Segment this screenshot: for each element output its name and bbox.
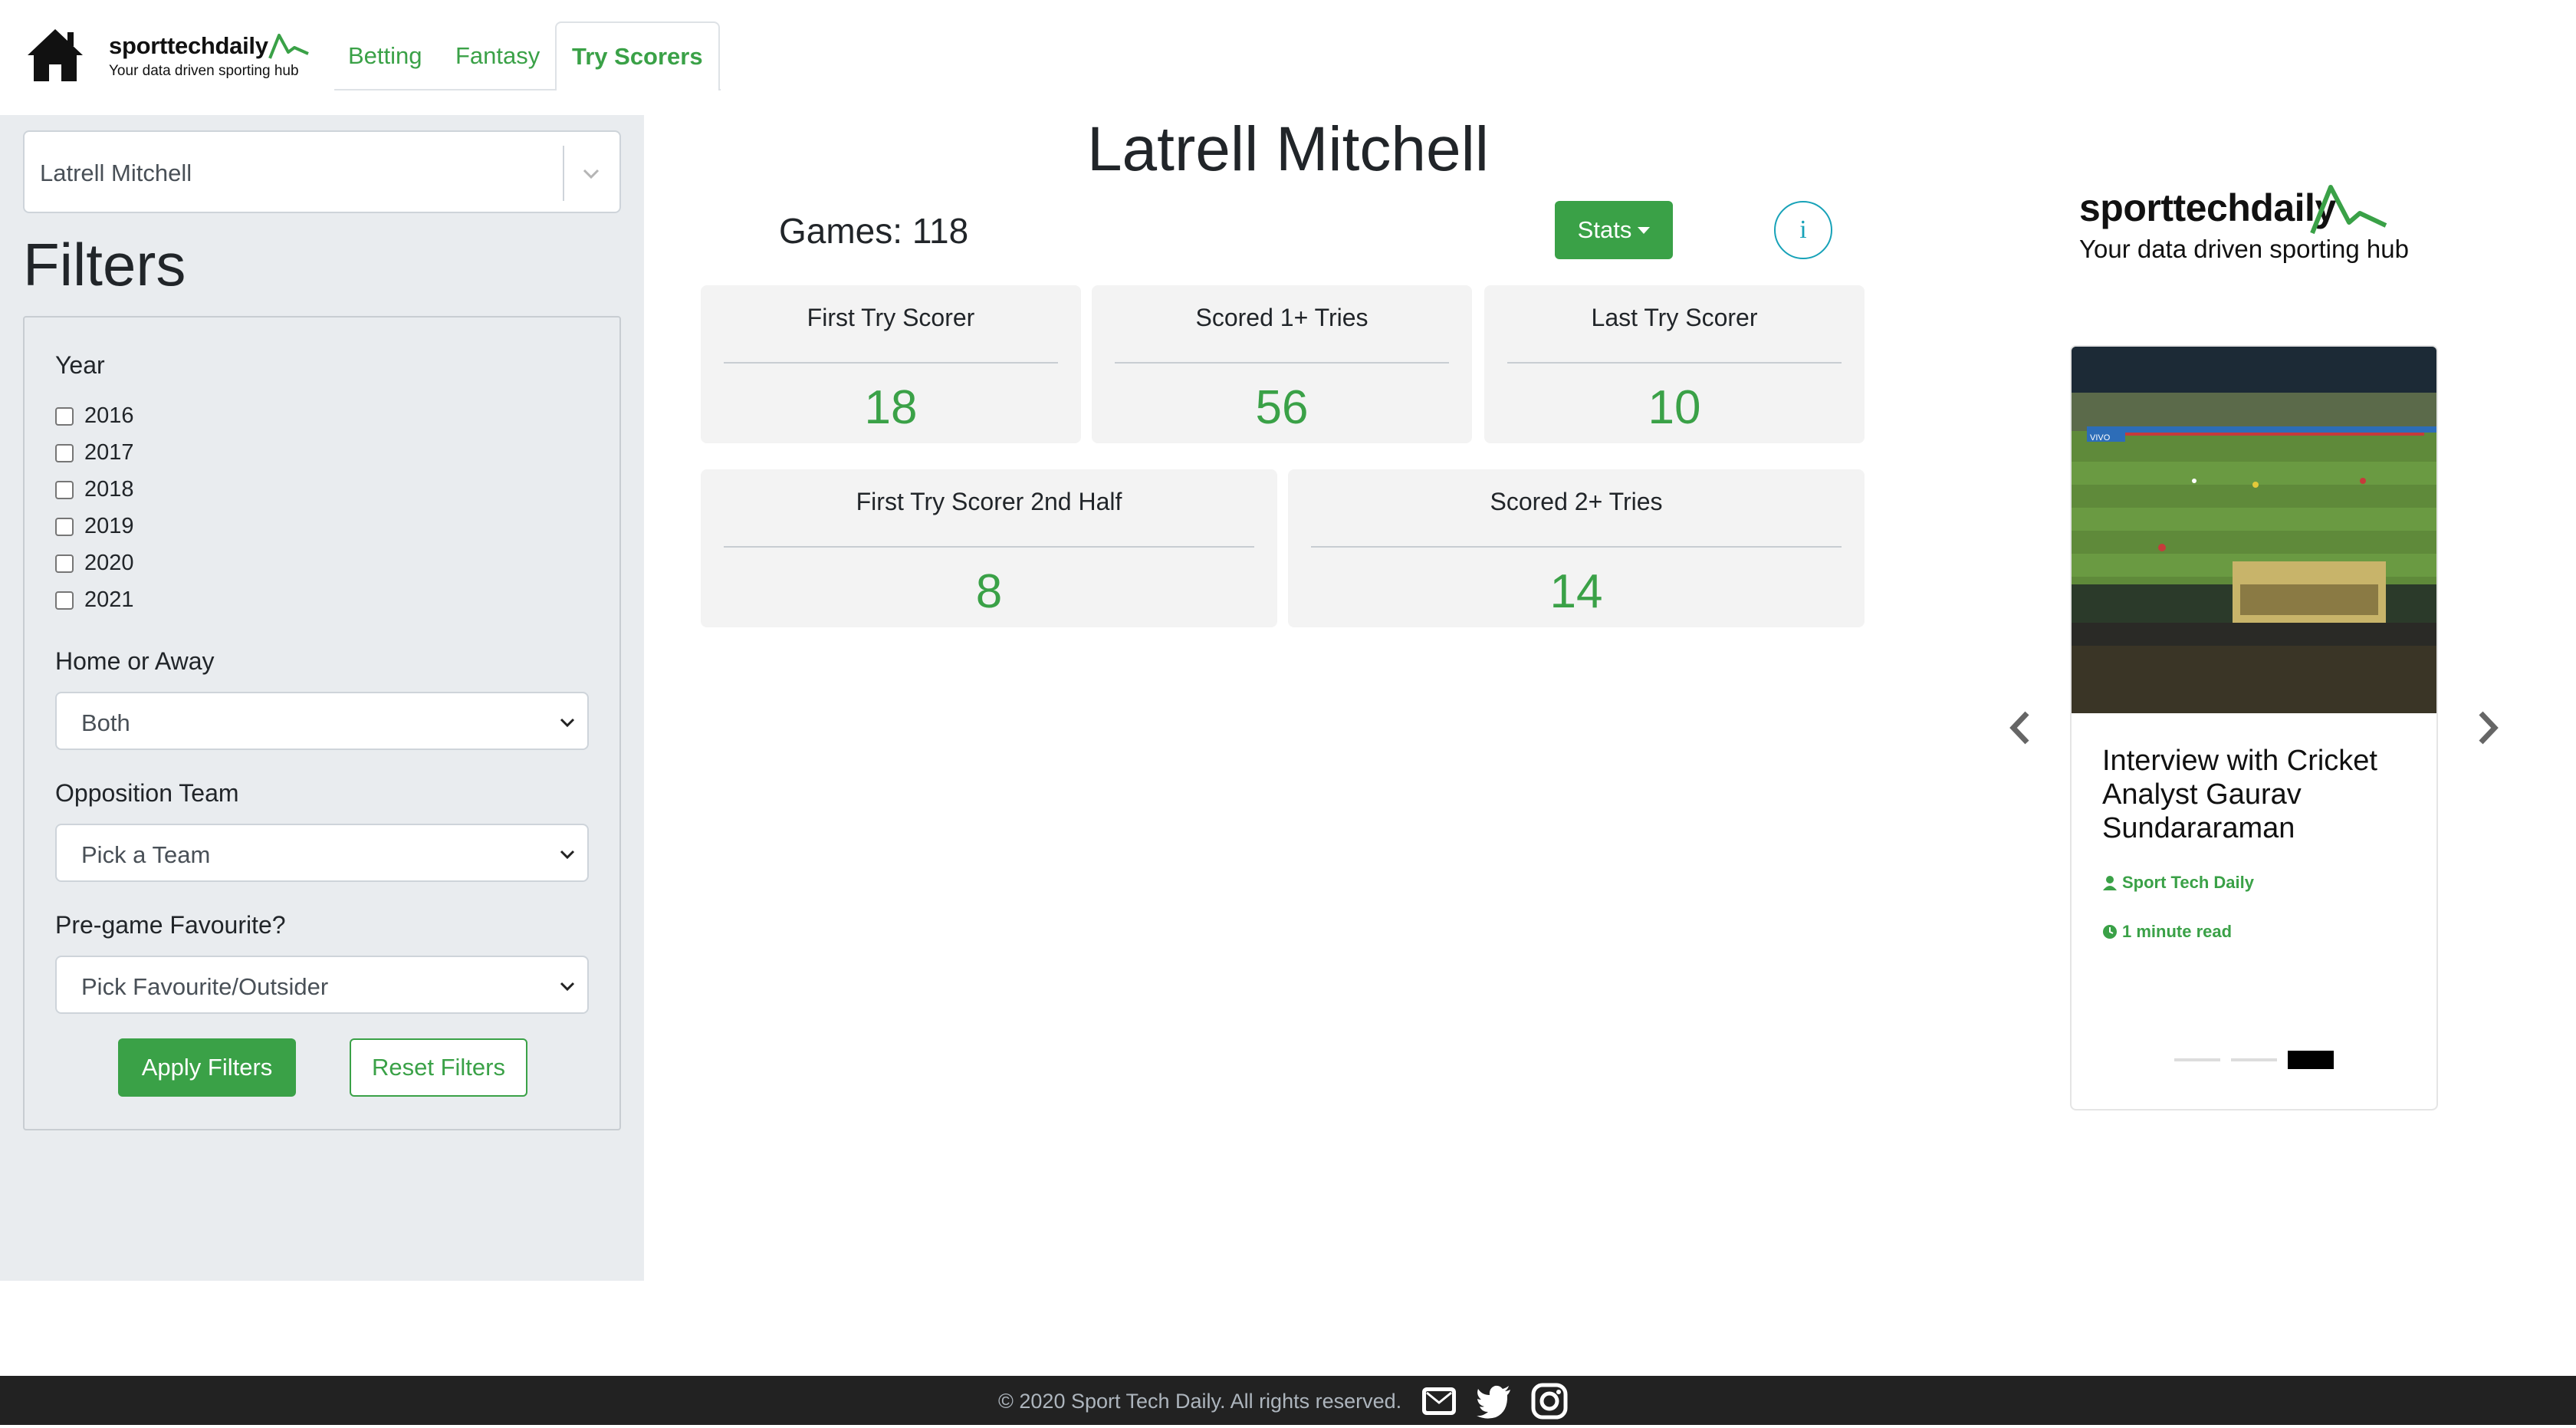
filters-heading: Filters: [23, 231, 186, 298]
stat-card-divider: [724, 362, 1058, 364]
footer-copyright: © 2020 Sport Tech Daily. All rights rese…: [998, 1390, 1402, 1413]
stat-card-scored-2-tries: Scored 2+ Tries 14: [1288, 469, 1865, 627]
news-author-name: Sport Tech Daily: [2122, 873, 2254, 892]
stat-card-title: Last Try Scorer: [1591, 304, 1758, 331]
year-option-label: 2021: [84, 587, 134, 612]
chevron-down-icon: [560, 718, 575, 728]
stat-card-value: 56: [1255, 381, 1309, 434]
year-label: Year: [55, 351, 105, 379]
brand-tagline: Your data driven sporting hub: [2079, 235, 2409, 263]
stat-card-first-try-2nd-half: First Try Scorer 2nd Half 8: [701, 469, 1277, 627]
player-select-value: Latrell Mitchell: [40, 160, 192, 186]
page-title: Latrell Mitchell: [1086, 114, 1490, 184]
email-icon[interactable]: [1420, 1382, 1458, 1420]
stat-card-divider: [1311, 546, 1842, 548]
tab-fantasy[interactable]: Fantasy: [440, 21, 555, 90]
chevron-down-icon: [560, 982, 575, 992]
checkbox[interactable]: [55, 480, 74, 499]
brand-tagline: Your data driven sporting hub: [109, 63, 299, 79]
stat-card-first-try-scorer: First Try Scorer 18: [701, 285, 1081, 443]
carousel-indicator-1[interactable]: [2174, 1058, 2220, 1061]
news-read-time-text: 1 minute read: [2122, 922, 2233, 941]
opposition-label: Opposition Team: [55, 779, 239, 807]
apply-filters-button[interactable]: Apply Filters: [118, 1038, 296, 1097]
player-select[interactable]: Latrell Mitchell: [23, 130, 621, 213]
year-option-label: 2019: [84, 514, 134, 538]
stat-card-title: Scored 1+ Tries: [1195, 304, 1368, 331]
games-count: Games: 118: [779, 211, 969, 251]
news-carousel-card[interactable]: VIVO Interview with Cricket Analyst Gaur…: [2070, 345, 2438, 1110]
checkbox[interactable]: [55, 517, 74, 536]
home-away-select[interactable]: Both: [55, 692, 589, 750]
stat-card-divider: [1507, 362, 1842, 364]
home-icon[interactable]: [26, 26, 84, 84]
opposition-select[interactable]: Pick a Team: [55, 824, 589, 882]
year-checkbox-2021[interactable]: 2021: [55, 587, 134, 613]
stat-card-divider: [1115, 362, 1449, 364]
stadium-image: VIVO: [2072, 347, 2436, 713]
select-separator: [563, 146, 564, 201]
year-checkbox-2019[interactable]: 2019: [55, 514, 134, 539]
chevron-down-icon: [560, 850, 575, 860]
carousel-indicators: [2174, 1051, 2334, 1069]
opposition-value: Pick a Team: [81, 841, 211, 868]
favourite-value: Pick Favourite/Outsider: [81, 973, 329, 1000]
year-checkbox-2017[interactable]: 2017: [55, 440, 134, 466]
carousel-prev-icon[interactable]: [2006, 709, 2036, 747]
year-option-label: 2017: [84, 440, 134, 465]
reset-filters-button[interactable]: Reset Filters: [350, 1038, 527, 1097]
checkbox[interactable]: [55, 406, 74, 426]
spark-line-icon: [268, 34, 309, 59]
news-title[interactable]: Interview with Cricket Analyst Gaurav Su…: [2102, 744, 2424, 845]
stat-card-value: 8: [975, 565, 1003, 618]
footer: © 2020 Sport Tech Daily. All rights rese…: [0, 1376, 2576, 1425]
home-away-label: Home or Away: [55, 647, 215, 675]
info-button[interactable]: i: [1774, 201, 1832, 259]
stat-card-value: 10: [1648, 381, 1701, 434]
twitter-icon[interactable]: [1475, 1382, 1513, 1420]
stat-card-value: 18: [864, 381, 918, 434]
year-checkbox-2016[interactable]: 2016: [55, 403, 134, 429]
tab-try-scorers[interactable]: Try Scorers: [555, 21, 720, 90]
year-option-label: 2016: [84, 403, 134, 428]
image-banner-text: VIVO: [2090, 433, 2111, 443]
stats-dropdown-button[interactable]: Stats: [1555, 201, 1673, 259]
news-author: Sport Tech Daily: [2102, 873, 2254, 893]
user-icon: [2103, 876, 2117, 890]
favourite-select[interactable]: Pick Favourite/Outsider: [55, 956, 589, 1014]
stats-button-label: Stats: [1577, 216, 1632, 243]
year-checkbox-2018[interactable]: 2018: [55, 477, 134, 502]
checkbox[interactable]: [55, 591, 74, 610]
favourite-label: Pre-game Favourite?: [55, 911, 286, 939]
news-read-time: 1 minute read: [2102, 922, 2232, 942]
tab-betting[interactable]: Betting: [333, 21, 438, 90]
stat-card-value: 14: [1549, 565, 1603, 618]
year-option-label: 2018: [84, 477, 134, 502]
checkbox[interactable]: [55, 554, 74, 573]
year-checkbox-2020[interactable]: 2020: [55, 551, 134, 576]
stat-card-divider: [724, 546, 1254, 548]
carousel-indicator-3[interactable]: [2288, 1051, 2334, 1069]
stat-card-scored-1-tries: Scored 1+ Tries 56: [1092, 285, 1472, 443]
checkbox[interactable]: [55, 443, 74, 462]
sidebar-brand-logo: sporttechdaily Your data driven sporting…: [2079, 185, 2432, 264]
chevron-down-icon[interactable]: [580, 158, 603, 189]
instagram-icon[interactable]: [1530, 1382, 1569, 1420]
clock-icon: [2103, 925, 2117, 939]
stat-card-title: Scored 2+ Tries: [1490, 488, 1663, 515]
carousel-indicator-2[interactable]: [2231, 1058, 2277, 1061]
brand-logo[interactable]: sporttechdaily Your data driven sporting…: [109, 32, 309, 80]
stat-card-title: First Try Scorer 2nd Half: [856, 488, 1122, 515]
home-away-value: Both: [81, 709, 130, 736]
carousel-next-icon[interactable]: [2472, 709, 2502, 747]
caret-down-icon: [1638, 226, 1651, 234]
stat-card-last-try-scorer: Last Try Scorer 10: [1484, 285, 1865, 443]
year-option-label: 2020: [84, 551, 134, 575]
spark-line-icon: [2310, 185, 2387, 235]
stat-card-title: First Try Scorer: [807, 304, 975, 331]
